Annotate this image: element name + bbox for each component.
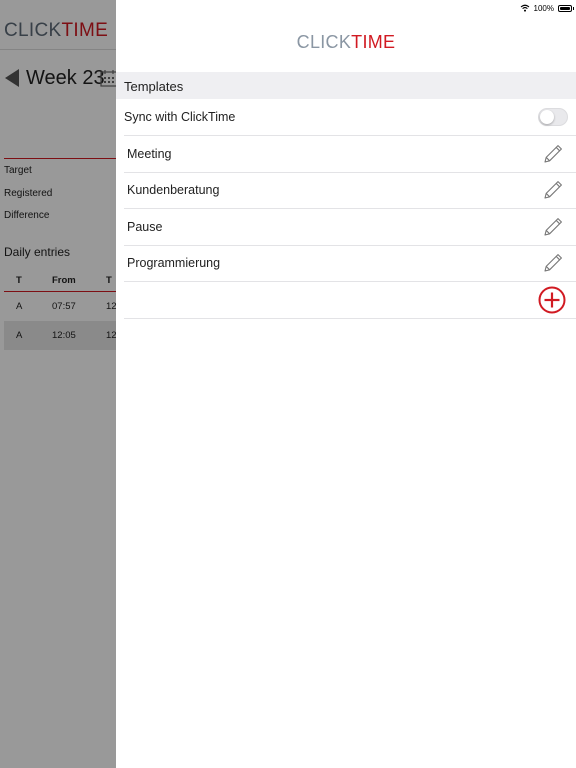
template-row-kundenberatung[interactable]: Kundenberatung: [124, 172, 576, 209]
status-bar: 100%: [520, 2, 574, 14]
template-row-programmierung[interactable]: Programmierung: [124, 245, 576, 282]
templates-section-header: Templates: [116, 72, 576, 99]
panel-logo-time: TIME: [351, 32, 396, 52]
battery-percentage: 100%: [533, 3, 554, 13]
panel-logo: CLICKTIME: [116, 32, 576, 53]
panel-logo-click: CLICK: [296, 32, 352, 52]
template-label: Programmierung: [127, 256, 221, 270]
sync-row: Sync with ClickTime: [124, 99, 576, 136]
pencil-icon[interactable]: [541, 251, 565, 275]
pencil-icon[interactable]: [541, 215, 565, 239]
templates-panel: 100% CLICKTIME Templates Sync with Click…: [116, 0, 576, 768]
template-row-pause[interactable]: Pause: [124, 209, 576, 246]
template-label: Kundenberatung: [127, 183, 220, 197]
template-label: Meeting: [127, 147, 172, 161]
section-title: Templates: [124, 79, 184, 94]
battery-icon: [558, 4, 574, 12]
toggle-knob: [540, 110, 554, 124]
wifi-icon: [520, 4, 529, 12]
sync-label: Sync with ClickTime: [124, 110, 236, 124]
add-template-row: [124, 282, 576, 319]
template-row-meeting[interactable]: Meeting: [124, 136, 576, 173]
sync-toggle[interactable]: [538, 108, 568, 126]
template-label: Pause: [127, 220, 163, 234]
add-circle-icon[interactable]: [538, 286, 566, 314]
pencil-icon[interactable]: [541, 142, 565, 166]
pencil-icon[interactable]: [541, 178, 565, 202]
